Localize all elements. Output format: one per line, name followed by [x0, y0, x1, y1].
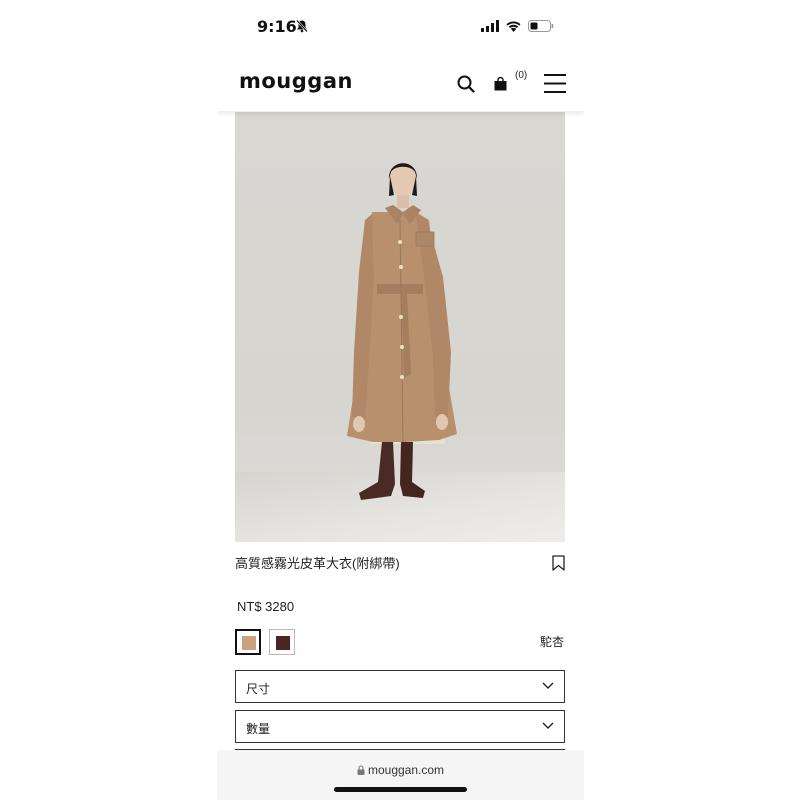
- url-display[interactable]: mouggan.com: [217, 763, 584, 777]
- selected-color-name: 駝杏: [539, 635, 564, 649]
- site-logo[interactable]: mouggan: [239, 69, 353, 93]
- model-figure: [347, 163, 457, 500]
- wifi-icon: [506, 21, 521, 32]
- left-boot: [359, 442, 395, 500]
- product-image[interactable]: [235, 112, 565, 542]
- color-swatch-camel[interactable]: [235, 629, 261, 655]
- quantity-select[interactable]: 數量: [235, 710, 565, 743]
- cart-count[interactable]: (0): [515, 70, 527, 81]
- size-select[interactable]: 尺寸: [235, 670, 565, 703]
- battery-icon: [528, 20, 554, 32]
- color-swatch-brown[interactable]: [269, 629, 295, 655]
- right-boot: [400, 442, 425, 498]
- lock-icon: [357, 765, 365, 775]
- quantity-select-label: 數量: [246, 722, 271, 736]
- signal-icon: [481, 20, 499, 32]
- status-indicators: [481, 18, 554, 34]
- url-text: mouggan.com: [367, 763, 445, 777]
- status-time: 9:16: [257, 17, 297, 36]
- chevron-down-icon: [542, 682, 554, 689]
- bookmark-icon[interactable]: [552, 555, 565, 571]
- site-header: mouggan (0): [217, 55, 584, 111]
- product-title: 高質感霧光皮革大衣(附綁帶): [235, 556, 400, 571]
- size-select-label: 尺寸: [246, 682, 271, 696]
- home-indicator[interactable]: [334, 787, 467, 792]
- product-price: NT$ 3280: [237, 599, 295, 614]
- swatch-fill: [242, 636, 256, 650]
- menu-icon[interactable]: [544, 74, 566, 93]
- bell-off-icon: [296, 19, 308, 33]
- browser-url-bar[interactable]: mouggan.com: [217, 750, 584, 800]
- phone-screen: 9:16 mouggan (0) 高質感霧光皮革大衣(附綁帶) NT$ 3280…: [217, 0, 584, 800]
- chevron-down-icon: [542, 722, 554, 729]
- search-icon[interactable]: [457, 75, 475, 93]
- swatch-fill: [276, 636, 290, 650]
- shopping-bag-icon[interactable]: [494, 77, 507, 91]
- status-bar: 9:16: [217, 0, 584, 50]
